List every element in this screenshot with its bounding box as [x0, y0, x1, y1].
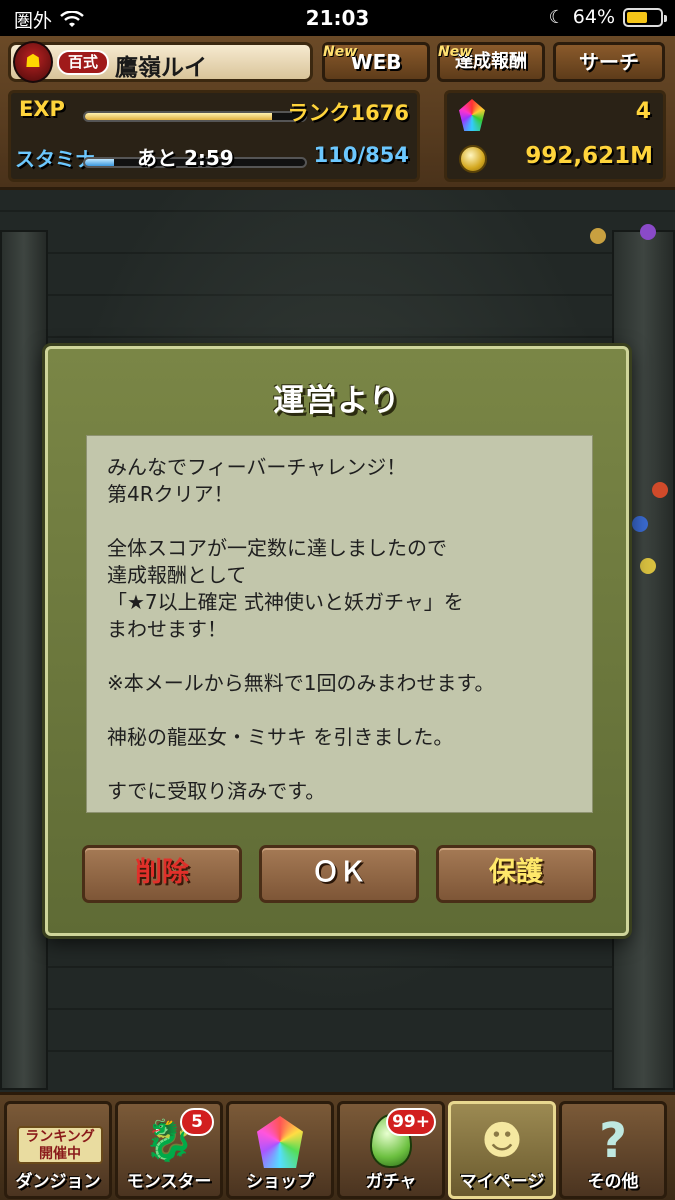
- stamina-bar-fill: [85, 159, 114, 166]
- status-right: ☾ 64%: [548, 6, 667, 28]
- stamina-value: 110/854: [313, 143, 409, 167]
- exp-bar: [83, 111, 307, 122]
- message-box: みんなでフィーバーチャレンジ！ 第4Rクリア！ 全体スコアが一定数に達しましたので達…: [86, 435, 593, 813]
- battery-icon: [623, 7, 667, 27]
- nav-shop-label: ショップ: [246, 1172, 314, 1192]
- exp-label: EXP: [19, 97, 65, 121]
- nav-shop[interactable]: ショップ: [226, 1101, 334, 1199]
- message-line: 全体スコアが一定数に達しましたので: [107, 536, 447, 560]
- search-button[interactable]: サーチ: [553, 42, 665, 82]
- player-name: 鷹嶺ルイ: [115, 55, 207, 81]
- message-line: 達成報酬として: [107, 563, 247, 587]
- nav-dungeon[interactable]: ランキング 開催中 ダンジョン: [4, 1101, 112, 1199]
- status-bar: 圏外 21:03 ☾ 64%: [0, 0, 675, 36]
- nav-mypage-label: マイページ: [459, 1172, 545, 1192]
- stats-panel: EXP ランク1676 スタミナ あと 2:59 110/854: [8, 90, 420, 182]
- nav-dungeon-label: ダンジョン: [15, 1172, 101, 1192]
- nav-other-label: その他: [587, 1172, 639, 1192]
- nav-mypage[interactable]: ☻ マイページ: [448, 1101, 556, 1199]
- nav-monster[interactable]: 🐉 5 モンスター: [115, 1101, 223, 1199]
- moon-icon: ☾: [548, 6, 565, 28]
- currency-panel: 4 992,621M: [444, 90, 666, 182]
- gem-orb: [640, 558, 656, 574]
- dialog-title: 運営より: [273, 383, 401, 419]
- gem-orb: [590, 228, 606, 244]
- message-line: すでに受取り済みです。: [107, 779, 326, 803]
- stamina-label: スタミナ: [15, 147, 95, 171]
- bottom-nav: ランキング 開催中 ダンジョン 🐉 5 モンスター ショップ 99+ ガチャ ☻…: [0, 1092, 675, 1200]
- player-rank-badge: 百式: [57, 50, 109, 75]
- mail-dialog: 運営より みんなでフィーバーチャレンジ！ 第4Rクリア！ 全体スコアが一定数に達しま…: [45, 346, 629, 936]
- message-line: 第4Rクリア！: [107, 482, 234, 506]
- player-emblem-icon: ☗: [13, 41, 53, 83]
- stamina-timer: あと 2:59: [137, 146, 234, 170]
- gacha-badge: 99+: [386, 1108, 436, 1136]
- magic-stone-count: 4: [635, 99, 651, 124]
- message-line: 神秘の龍巫女・ミサキ を引きました。: [107, 725, 454, 749]
- new-tag: New: [438, 44, 473, 60]
- gem-orb: [640, 224, 656, 240]
- battery-level: [627, 11, 648, 23]
- message-line: 「★7以上確定 式神使いと妖ガチャ」を: [107, 590, 464, 614]
- gem-orb: [632, 516, 648, 532]
- magic-stone-icon: [459, 99, 485, 131]
- nav-gacha-label: ガチャ: [365, 1172, 417, 1192]
- message-line: ※本メールから無料で1回のみまわせます。: [107, 671, 495, 695]
- nav-monster-label: モンスター: [126, 1172, 212, 1192]
- nav-other[interactable]: ? その他: [559, 1101, 667, 1199]
- ranking-event-tag: ランキング 開催中: [17, 1126, 103, 1164]
- battery-percent: 64%: [572, 6, 615, 28]
- search-button-label: サーチ: [579, 50, 639, 74]
- delete-button[interactable]: 削除: [82, 845, 242, 903]
- new-tag: New: [323, 44, 358, 60]
- coin-count: 992,621M: [525, 143, 653, 169]
- rainbow-gem-icon: [248, 1112, 312, 1170]
- achievement-reward-button[interactable]: New 達成報酬: [437, 42, 545, 82]
- message-line: みんなでフィーバーチャレンジ！: [107, 455, 407, 479]
- ranking-tag-line2: 開催中: [39, 1146, 81, 1162]
- protect-button[interactable]: 保護: [436, 845, 596, 903]
- ranking-tag-line1: ランキング: [25, 1129, 95, 1145]
- nav-gacha[interactable]: 99+ ガチャ: [337, 1101, 445, 1199]
- mypage-character-icon: ☻: [481, 1118, 523, 1164]
- game-header: ☗ 百式 鷹嶺ルイ New WEB New 達成報酬 サーチ EXP ランク16…: [0, 36, 675, 190]
- monster-badge: 5: [180, 1108, 214, 1136]
- exp-bar-fill: [85, 113, 272, 120]
- rank-text: ランク1676: [287, 101, 409, 125]
- stone-pillar-left: [0, 230, 48, 1090]
- web-button-label: WEB: [350, 50, 402, 74]
- coin-icon: [459, 145, 487, 173]
- player-plate[interactable]: ☗ 百式 鷹嶺ルイ: [8, 41, 313, 83]
- message-line: まわせます！: [107, 617, 227, 641]
- web-button[interactable]: New WEB: [322, 42, 430, 82]
- message-body: みんなでフィーバーチャレンジ！ 第4Rクリア！ 全体スコアが一定数に達しましたので達…: [107, 454, 577, 805]
- ok-button[interactable]: ＯＫ: [259, 845, 419, 903]
- gem-orb: [652, 482, 668, 498]
- question-mark-icon: ?: [599, 1113, 627, 1169]
